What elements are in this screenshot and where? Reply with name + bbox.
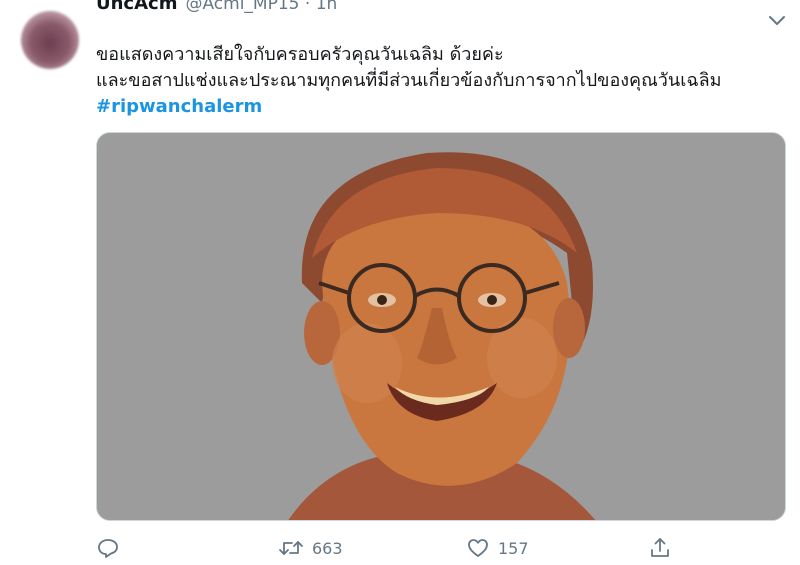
share-icon xyxy=(651,538,669,557)
hashtag-link[interactable]: #ripwanchalerm xyxy=(96,94,786,120)
retweet-icon xyxy=(279,541,303,555)
portrait-painting xyxy=(97,133,785,520)
handle[interactable]: @Acml_MP15 · 1h xyxy=(185,0,337,14)
retweet-button[interactable]: 663 xyxy=(278,536,343,560)
like-count: 157 xyxy=(498,538,529,558)
tweet-header: UncAcm @Acml_MP15 · 1h xyxy=(96,0,716,20)
tweet-text: ขอแสดงความเสียใจกับครอบครัวคุณวันเฉลิม ด… xyxy=(96,42,786,120)
tweet-actions: 663 157 xyxy=(96,536,786,564)
tweet-line-1: ขอแสดงความเสียใจกับครอบครัวคุณวันเฉลิม ด… xyxy=(96,44,504,65)
share-button[interactable] xyxy=(648,536,672,560)
like-icon xyxy=(468,539,488,557)
tweet-line-2: และขอสาปแช่งและประณามทุกคนที่มีส่วนเกี่ย… xyxy=(96,70,722,91)
display-name[interactable]: UncAcm xyxy=(96,0,177,14)
retweet-count: 663 xyxy=(312,538,343,558)
reply-icon xyxy=(98,539,118,558)
avatar[interactable] xyxy=(21,11,79,69)
chevron-down-icon[interactable] xyxy=(766,12,788,30)
reply-button[interactable] xyxy=(96,536,128,560)
like-button[interactable]: 157 xyxy=(466,536,529,560)
tweet-image[interactable] xyxy=(96,132,786,521)
